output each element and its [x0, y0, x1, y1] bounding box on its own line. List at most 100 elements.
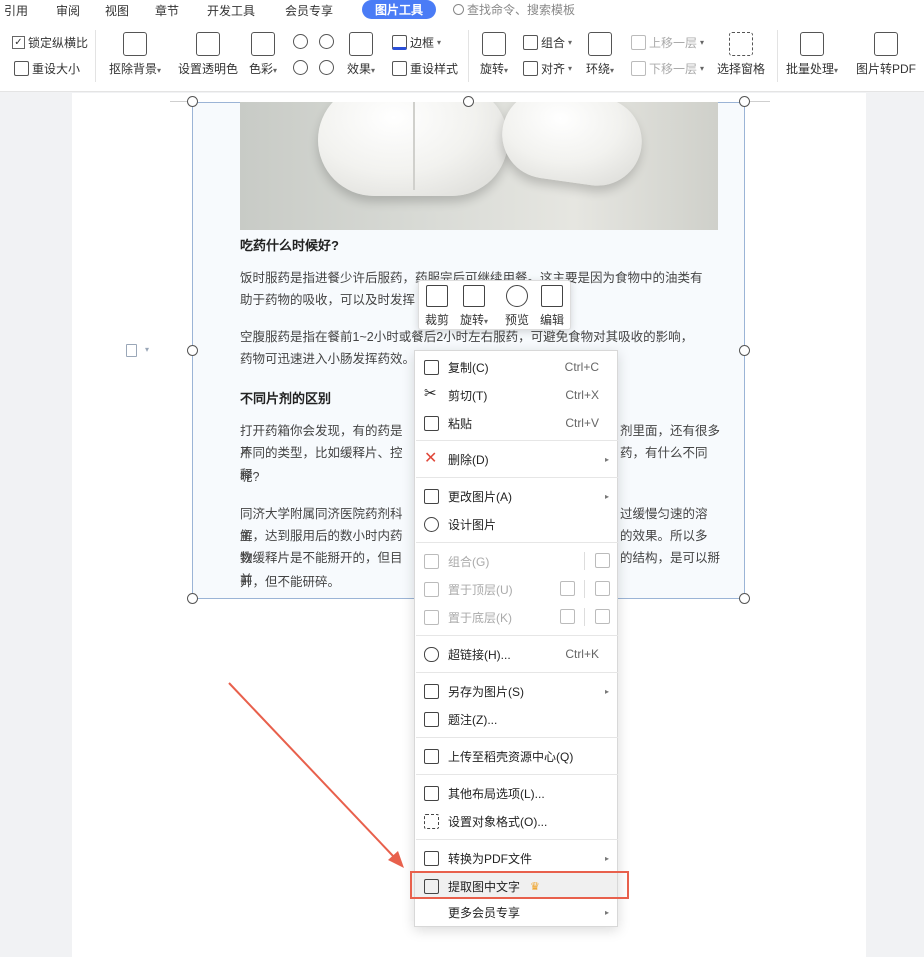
menu-bring-to-top[interactable]: 置于顶层(U): [415, 576, 617, 602]
group-icon: [523, 35, 538, 50]
menu-convert-pdf[interactable]: 转换为PDF文件 ▸: [415, 845, 617, 871]
menu-cut[interactable]: ✂ 剪切(T) Ctrl+X: [415, 382, 617, 408]
bring-top-alt-icon: [560, 581, 575, 596]
image-pdf-icon: [874, 32, 898, 56]
batch-process-button[interactable]: 批量处理▾: [786, 32, 838, 77]
ribbon-divider: [777, 30, 778, 82]
tab-member[interactable]: 会员专享: [285, 2, 333, 19]
resize-handle[interactable]: [187, 593, 198, 604]
heading-tablet-differences: 不同片剂的区别: [240, 391, 332, 406]
submenu-arrow-icon: ▸: [604, 454, 609, 464]
wrap-button[interactable]: 环绕▾: [586, 32, 614, 77]
tab-picture-tools[interactable]: 图片工具: [362, 0, 437, 19]
resize-handle[interactable]: [739, 345, 750, 356]
chevron-down-icon[interactable]: ▾: [145, 345, 149, 354]
rotate-button[interactable]: 旋转▾: [480, 32, 508, 77]
ribbon-toolbar: ✓ 锁定纵横比 重设大小 抠除背景▾ 设置透明色 色彩▾ 效果▾ 边框 ▾ 重设样…: [0, 20, 924, 92]
command-search[interactable]: 查找命令、搜索模板: [453, 1, 575, 18]
send-backward-button[interactable]: 下移一层 ▾: [631, 60, 704, 77]
paste-icon: [424, 415, 439, 431]
reset-style-icon: [392, 61, 407, 76]
menu-save-as-picture[interactable]: 另存为图片(S) ▸: [415, 678, 617, 704]
pills-photo[interactable]: [240, 102, 718, 230]
tab-section[interactable]: 章节: [155, 2, 179, 19]
effects-button[interactable]: 效果▾: [347, 32, 375, 77]
align-button[interactable]: 对齐 ▾: [523, 60, 572, 77]
submenu-arrow-icon: ▸: [604, 853, 609, 863]
menu-more-member[interactable]: 更多会员专享 ▸: [415, 899, 617, 925]
paragraph-line: 过缓慢匀速的溶: [620, 507, 708, 521]
search-icon: [453, 4, 464, 15]
menu-send-to-bottom[interactable]: 置于底层(K): [415, 604, 617, 630]
preview-button[interactable]: 预览: [505, 285, 529, 328]
edit-button[interactable]: 编辑: [540, 285, 564, 328]
color-button[interactable]: 色彩▾: [249, 32, 277, 77]
image-mini-toolbar: 裁剪 旋转▾ 预览 编辑: [418, 280, 571, 330]
menu-change-picture[interactable]: 更改图片(A) ▸: [415, 483, 617, 509]
format-object-icon: [424, 813, 439, 829]
menu-hyperlink[interactable]: 超链接(H)... Ctrl+K: [415, 641, 617, 667]
menu-divider: [416, 774, 618, 775]
reset-style-button[interactable]: 重设样式: [392, 60, 458, 77]
menu-upload-docer[interactable]: 上传至稻壳资源中心(Q): [415, 743, 617, 769]
image-to-pdf-button[interactable]: 图片转PDF: [856, 32, 916, 77]
link-icon: [424, 646, 439, 662]
remove-bg-button[interactable]: 抠除背景▾: [109, 32, 161, 77]
bring-forward-button[interactable]: 上移一层 ▾: [631, 34, 704, 51]
mini-rotate-button[interactable]: 旋转▾: [460, 285, 488, 328]
rotate-right-icon[interactable]: [319, 34, 334, 49]
submenu-arrow-icon: ▸: [604, 491, 609, 501]
lock-ratio-checkbox[interactable]: ✓ 锁定纵横比: [12, 34, 88, 51]
brightness-icon[interactable]: [293, 60, 308, 75]
remove-bg-icon: [123, 32, 148, 56]
menu-divider: [416, 477, 618, 478]
border-icon: [392, 35, 407, 50]
pill-large: [318, 102, 508, 196]
transparent-color-icon: [196, 32, 220, 56]
crop-button[interactable]: 裁剪: [425, 285, 449, 328]
menu-caption[interactable]: 题注(Z)...: [415, 706, 617, 732]
resize-handle[interactable]: [187, 345, 198, 356]
layout-icon: [424, 785, 439, 801]
menu-divider: [416, 542, 618, 543]
resize-handle[interactable]: [739, 593, 750, 604]
menu-divider: [416, 672, 618, 673]
bring-forward-icon: [631, 35, 646, 50]
change-image-icon: [424, 488, 439, 504]
reset-size-button[interactable]: 重设大小: [14, 60, 80, 77]
ribbon-divider: [468, 30, 469, 82]
layers-down-icon: [424, 609, 439, 625]
resize-handle[interactable]: [739, 96, 750, 107]
menu-group[interactable]: 组合(G): [415, 548, 617, 574]
menu-copy[interactable]: 复制(C) Ctrl+C: [415, 354, 617, 380]
resize-handle[interactable]: [463, 96, 474, 107]
resize-handle[interactable]: [187, 96, 198, 107]
rotate-left-icon[interactable]: [293, 34, 308, 49]
paragraph-line: 的结构，是可以掰: [620, 551, 721, 565]
tab-review[interactable]: 审阅: [56, 2, 80, 19]
align-icon: [523, 61, 538, 76]
checkbox-checked-icon: ✓: [12, 36, 25, 49]
guide-line: [750, 101, 770, 102]
contrast-icon[interactable]: [319, 60, 334, 75]
tab-developer[interactable]: 开发工具: [207, 2, 255, 19]
effects-icon: [349, 32, 374, 56]
send-bottom-alt-icon: [560, 609, 575, 624]
context-menu: 复制(C) Ctrl+C ✂ 剪切(T) Ctrl+X 粘贴 Ctrl+V ✕ …: [414, 350, 618, 927]
tab-references[interactable]: 引用: [4, 2, 28, 19]
paragraph-layout-icon[interactable]: [126, 344, 137, 357]
menu-format-object[interactable]: 设置对象格式(O)...: [415, 808, 617, 834]
selection-pane-button[interactable]: 选择窗格: [717, 32, 765, 77]
set-transparent-button[interactable]: 设置透明色: [178, 32, 238, 77]
menu-inner-divider: [584, 580, 585, 598]
group-button[interactable]: 组合 ▾: [523, 34, 572, 51]
menu-design-picture[interactable]: 设计图片: [415, 511, 617, 537]
border-button[interactable]: 边框 ▾: [392, 34, 441, 51]
menu-layout-options[interactable]: 其他布局选项(L)...: [415, 780, 617, 806]
menu-delete[interactable]: ✕ 删除(D) ▸: [415, 446, 617, 472]
paragraph-line: 的效果。所以多: [620, 529, 708, 543]
heading-when-take-medicine: 吃药什么时候好?: [240, 238, 339, 253]
tab-view[interactable]: 视图: [105, 2, 129, 19]
menu-paste[interactable]: 粘贴 Ctrl+V: [415, 410, 617, 436]
ribbon-divider: [95, 30, 96, 82]
